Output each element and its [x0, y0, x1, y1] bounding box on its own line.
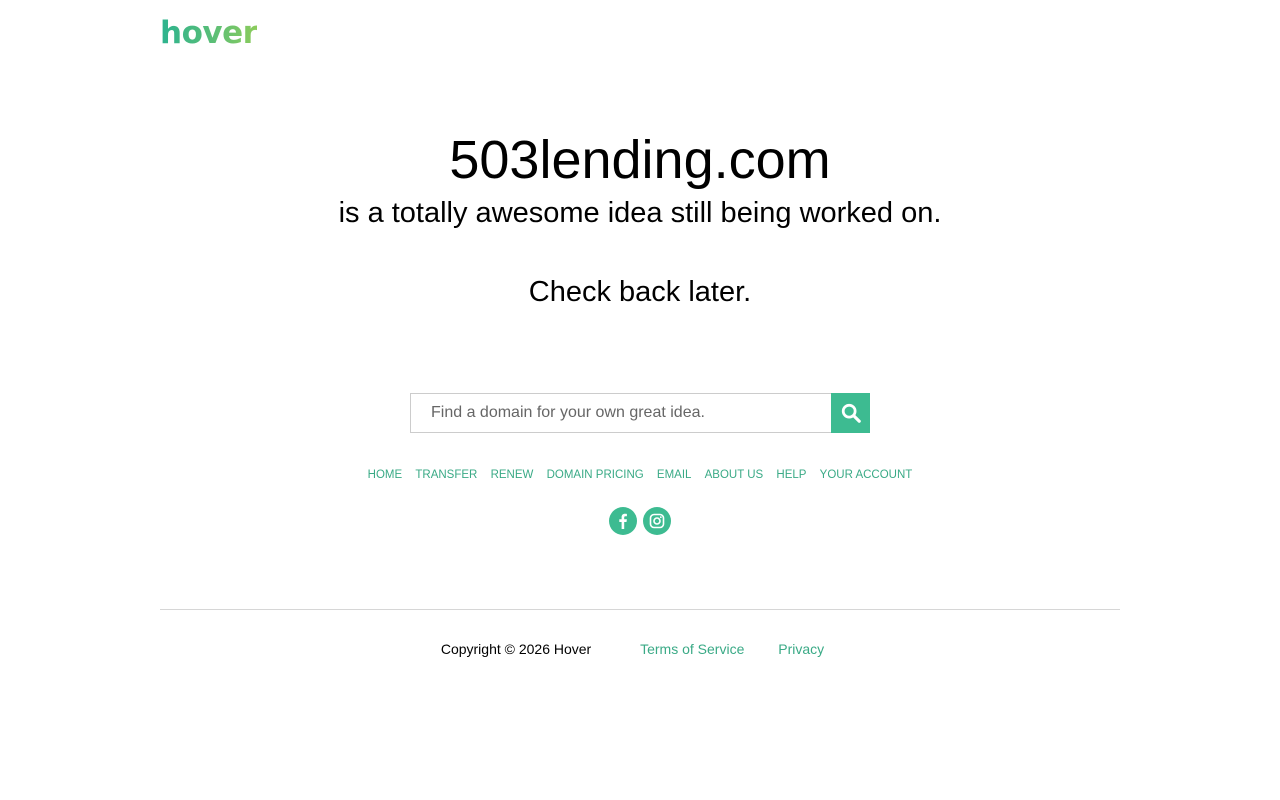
facebook-link[interactable] [609, 507, 637, 535]
copyright-text: Copyright © 2026 Hover [440, 641, 592, 657]
nav-home[interactable]: HOME [368, 469, 403, 481]
instagram-link[interactable] [643, 507, 671, 535]
domain-title: 503lending.com [449, 130, 831, 190]
page: hover 503lending.com is a totally awesom… [0, 0, 1280, 800]
domain-search-input[interactable] [410, 393, 831, 433]
hero: 503lending.com is a totally awesome idea… [0, 128, 1280, 312]
nav-email[interactable]: EMAIL [657, 469, 692, 481]
tagline: is a totally awesome idea still being wo… [338, 197, 942, 229]
instagram-icon [649, 513, 665, 529]
social-links [0, 507, 1280, 535]
facebook-icon [616, 513, 630, 529]
nav-about-us[interactable]: ABOUT US [705, 469, 764, 481]
domain-search-form [410, 393, 870, 433]
nav-help[interactable]: HELP [776, 469, 806, 481]
privacy-link[interactable]: Privacy [778, 641, 824, 657]
search-icon [840, 402, 862, 424]
hover-logo[interactable]: hover [160, 14, 258, 52]
footer-divider [160, 609, 1120, 610]
search-button[interactable] [831, 393, 870, 433]
terms-link[interactable]: Terms of Service [640, 641, 744, 657]
footer-nav: HOME TRANSFER RENEW DOMAIN PRICING EMAIL… [0, 467, 1280, 483]
nav-domain-pricing[interactable]: DOMAIN PRICING [547, 469, 644, 481]
check-back-text: Check back later. [528, 276, 752, 308]
nav-renew[interactable]: RENEW [491, 469, 534, 481]
nav-your-account[interactable]: YOUR ACCOUNT [820, 469, 913, 481]
nav-transfer[interactable]: TRANSFER [415, 469, 477, 481]
footer: Copyright © 2026 Hover Terms of Service … [0, 640, 1280, 658]
